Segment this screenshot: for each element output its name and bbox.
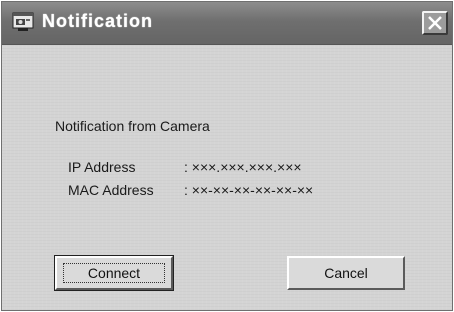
notification-message: Notification from Camera <box>55 118 210 134</box>
mac-address-value: ××-××-××-××-××-×× <box>191 182 314 198</box>
ip-address-separator: : <box>184 159 188 175</box>
cancel-button[interactable]: Cancel <box>287 256 405 290</box>
close-icon <box>428 16 442 30</box>
title-bar[interactable]: Notification <box>2 2 452 45</box>
connect-button[interactable]: Connect <box>54 255 174 291</box>
camera-notification-icon <box>12 12 34 32</box>
mac-address-row: MAC Address: ××-××-××-××-××-×× <box>68 182 313 198</box>
ip-address-value: ×××.×××.×××.××× <box>191 159 302 175</box>
mac-address-separator: : <box>184 182 188 198</box>
ip-address-label: IP Address <box>68 159 136 175</box>
notification-dialog: Notification Notification from Camera IP… <box>1 1 453 311</box>
ip-address-row: IP Address: ×××.×××.×××.××× <box>68 159 302 175</box>
cancel-button-label: Cancel <box>324 265 368 281</box>
close-button[interactable] <box>422 11 448 35</box>
window-title: Notification <box>42 11 153 31</box>
mac-address-label: MAC Address <box>68 182 154 198</box>
focus-rectangle <box>63 263 165 283</box>
